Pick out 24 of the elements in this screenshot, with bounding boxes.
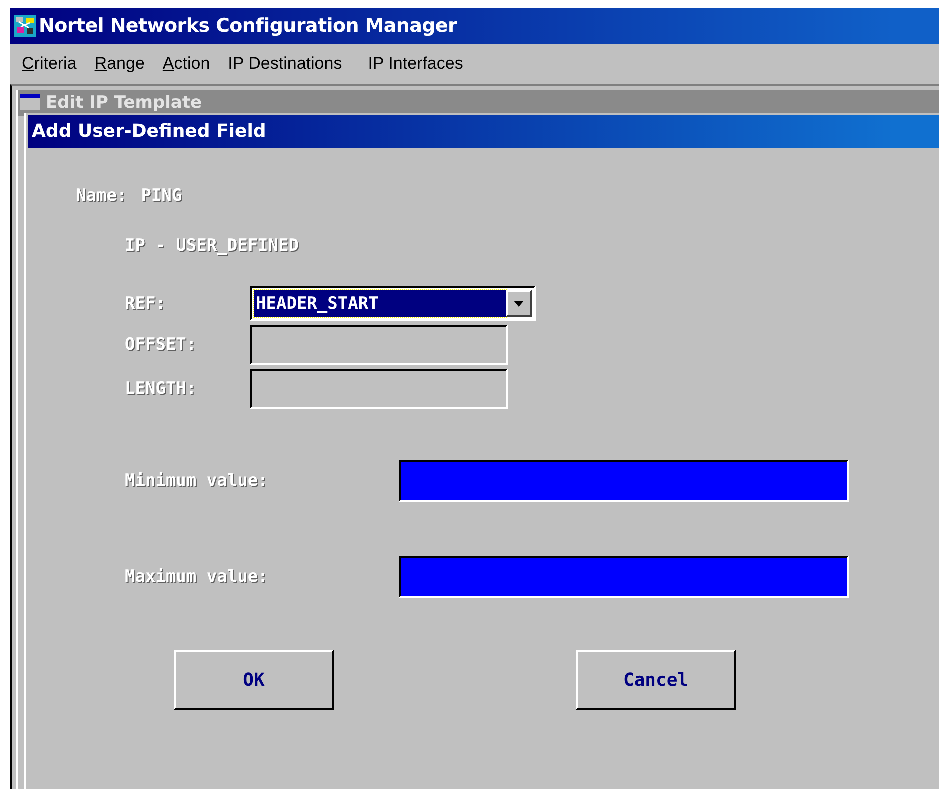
field-type-label: IP - USER_DEFINED (125, 236, 299, 256)
maximum-value-label: Maximum value: (125, 567, 270, 587)
length-label: LENGTH: (125, 379, 198, 399)
menu-item[interactable]: Range (94, 52, 145, 76)
offset-label: OFFSET: (125, 335, 198, 355)
menu-item[interactable]: Criteria (22, 52, 77, 76)
window-title: Edit IP Template (46, 92, 202, 115)
menu-item[interactable]: IP Destinations (228, 52, 342, 76)
maximum-value-field[interactable] (399, 556, 849, 598)
dialog-title: Add User-Defined Field (32, 121, 266, 142)
minimum-value-field[interactable] (399, 460, 849, 502)
name-label: Name: (76, 186, 128, 206)
menu-item[interactable]: Action (162, 52, 210, 76)
name-value: PING (141, 186, 182, 206)
network-icon (14, 15, 36, 37)
dropdown-arrow-icon (514, 300, 524, 306)
system-menu-icon[interactable] (20, 94, 40, 110)
ok-button[interactable]: OK (174, 650, 334, 710)
cancel-button[interactable]: Cancel (576, 650, 736, 710)
menu-item[interactable]: IP Interfaces (368, 52, 464, 76)
window-title: Nortel Networks Configuration Manager (39, 15, 458, 37)
ref-label: REF: (125, 294, 167, 314)
ref-dropdown[interactable]: HEADER_START (250, 286, 536, 321)
minimum-value-label: Minimum value: (125, 471, 270, 491)
